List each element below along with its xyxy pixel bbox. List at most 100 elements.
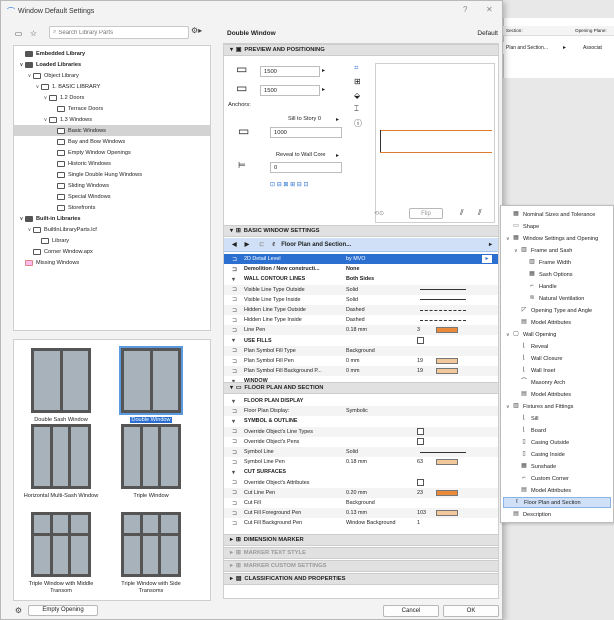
library-thumbnail[interactable]: Double Sash Window (20, 348, 102, 424)
tree-item[interactable]: ∨ Object Library (14, 70, 210, 81)
basic-settings-header[interactable]: ▾ ⊞ BASIC WINDOW SETTINGS (224, 225, 498, 237)
info-icon[interactable]: ⓘ (354, 118, 362, 129)
chevron-down-icon[interactable]: ∨ (26, 73, 33, 79)
tree-item[interactable]: Single Double Hung Windows (14, 169, 210, 180)
line-type-preview[interactable] (420, 309, 466, 311)
parameter-row[interactable]: ⊐ Visible Line Type Outside Solid (224, 284, 498, 295)
dropdown-icon[interactable]: ▸ (482, 255, 492, 263)
tree-item[interactable]: Library (14, 235, 210, 246)
parameter-row[interactable]: ⊐ Visible Line Type Inside Solid (224, 295, 498, 305)
popup-item[interactable]: ▤ Description (503, 509, 611, 520)
parameter-row[interactable]: ⊐ 2D Detail Level by MVO ▸ (224, 254, 498, 264)
help-icon[interactable]: ? (463, 5, 467, 14)
popup-item[interactable]: ⌐ Custom Corner (503, 473, 611, 484)
checkbox[interactable] (417, 479, 424, 487)
popup-item[interactable]: ▯ Casing Inside (503, 449, 611, 460)
rotate-icon[interactable]: ⟲⊙ (374, 210, 384, 217)
tree-item[interactable]: ∨ 1. BASIC LIBRARY (14, 81, 210, 92)
popup-item[interactable]: ▭ Shape (503, 221, 611, 232)
chevron-down-icon[interactable]: ∨ (42, 95, 49, 101)
parameter-row[interactable]: ⊐ Cut Fill Foreground Pen 0.13 mm 103 (224, 508, 498, 519)
popup-item[interactable]: ⌊ Board (503, 425, 611, 436)
page-selector-arrow-icon[interactable]: ▸ (489, 241, 492, 248)
dimension-marker-header[interactable]: ▸ ⊞ DIMENSION MARKER (224, 534, 498, 546)
preview-section-header[interactable]: ▾ ▣ PREVIEW AND POSITIONING (224, 44, 498, 56)
parameter-row[interactable]: ⊐ Demolition / New constructi... None (224, 264, 498, 274)
popup-item[interactable]: ▤ Model Attributes (503, 485, 611, 496)
popup-item[interactable]: ∨ ▥ Fixtures and Fittings (503, 401, 611, 412)
chevron-down-icon[interactable]: ∨ (42, 117, 49, 123)
ok-button[interactable]: OK (443, 605, 499, 617)
popup-item[interactable]: ▦ Sash Options (503, 269, 611, 280)
parameter-row[interactable]: ⊐ Cut Line Pen 0.20 mm 23 (224, 487, 498, 498)
cancel-button[interactable]: Cancel (383, 605, 439, 617)
tree-item[interactable]: Missing Windows (14, 257, 210, 268)
height-arrow-icon[interactable]: ▸ (322, 86, 325, 93)
popup-item[interactable]: ⌊ Sill (503, 413, 611, 424)
gear-icon[interactable]: ⚙▸ (191, 26, 202, 35)
pen-color-swatch[interactable] (436, 368, 458, 375)
parameter-row[interactable]: ⊐ Cut Fill Background (224, 498, 498, 508)
height-input[interactable]: 1500 (260, 85, 320, 96)
parameter-row[interactable]: ▾ FLOOR PLAN DISPLAY (224, 396, 498, 406)
tree-item[interactable]: ∨ BuiltInLibraryParts.lcf (14, 224, 210, 235)
parameter-row[interactable]: ⊐ Hidden Line Type Inside Dashed (224, 315, 498, 325)
pen-color-swatch[interactable] (436, 327, 458, 334)
popup-item[interactable]: ⌊ Wall Closure (503, 353, 611, 364)
tree-item[interactable]: Special Windows (14, 191, 210, 202)
prev-page-icon[interactable]: ◀ (232, 241, 237, 248)
marker-custom-header[interactable]: ▸ ⊞ MARKER CUSTOM SETTINGS (224, 560, 498, 572)
tree-item[interactable]: Corner Window.apx (14, 246, 210, 257)
parameter-row[interactable]: ⊐ Cut Fill Background Pen Window Backgroun… (224, 518, 498, 528)
folder-view-icon[interactable]: ▭ (13, 28, 24, 39)
library-thumbnail[interactable]: Triple Window with Middle Transom (20, 512, 102, 595)
popup-item[interactable]: ▦ Sunshade (503, 461, 611, 472)
page-selector[interactable]: ◀ ▶ ⊏ ℓ Floor Plan and Section... ▸ (224, 238, 498, 252)
library-thumbnail[interactable]: Double Window (110, 346, 192, 424)
anchor-icon-4[interactable]: ⌶ (354, 104, 359, 114)
parameter-row[interactable]: ⊐ Plan Symbol Fill Pen 0 mm 19 (224, 356, 498, 366)
view-3d-icon[interactable]: ⫽ (460, 208, 464, 218)
background-table-row[interactable]: Plan and Section... ▸ Associat (503, 42, 614, 54)
chevron-down-icon[interactable]: ∨ (26, 227, 33, 233)
checkbox[interactable] (417, 337, 424, 345)
alignment-buttons[interactable]: ⊡ ⊟ ⊠ ⊞ ⊟ ⊡ (270, 181, 342, 192)
settings-menu-icon[interactable]: ⚙ (13, 605, 24, 616)
popup-item[interactable]: ⌐ Handle (503, 281, 611, 292)
checkbox[interactable] (417, 438, 424, 446)
popup-item[interactable]: ▤ Model Attributes (503, 389, 611, 400)
tree-item[interactable]: Terrace Doors (14, 103, 210, 114)
popup-item[interactable]: ◸ Opening Type and Angle (503, 305, 611, 316)
tree-item[interactable]: ∨ Loaded Libraries (14, 59, 210, 70)
parameter-row[interactable]: ⊐ Symbol Line Solid (224, 447, 498, 457)
parameter-row[interactable]: ⊐ Line Pen 0.18 mm 3 (224, 325, 498, 336)
popup-item[interactable]: ∨ ▦ Window Settings and Opening (503, 233, 611, 244)
tree-item[interactable]: Empty Window Openings (14, 147, 210, 158)
tree-item[interactable]: ∨ 1.3 Windows (14, 114, 210, 125)
parameter-row[interactable]: ▾ CUT SURFACES (224, 467, 498, 477)
popup-item[interactable]: ∨ ▥ Frame and Sash (503, 245, 611, 256)
line-type-preview[interactable] (420, 319, 466, 321)
parameter-row[interactable]: ⊐ Symbol Line Pen 0.18 mm 63 (224, 457, 498, 467)
floor-plan-section-header[interactable]: ▾ ▭ FLOOR PLAN AND SECTION (224, 382, 498, 394)
flip-button[interactable]: Flip (409, 208, 443, 219)
pen-color-swatch[interactable] (436, 489, 458, 496)
pen-color-swatch[interactable] (436, 510, 458, 517)
sill-arrow-icon[interactable]: ▸ (336, 116, 339, 123)
tree-item[interactable]: Sliding Windows (14, 180, 210, 191)
popup-item[interactable]: ▤ Model Attributes (503, 317, 611, 328)
line-type-preview[interactable] (420, 451, 466, 453)
checkbox[interactable] (417, 428, 424, 436)
reveal-input[interactable]: 0 (270, 162, 342, 173)
chevron-down-icon[interactable]: ∨ (18, 216, 25, 222)
library-search[interactable]: ⌕ (49, 26, 189, 39)
anchor-icon-2[interactable]: ⊞ (354, 77, 361, 86)
popup-item[interactable]: ▦ Nominal Sizes and Tolerance (503, 209, 611, 220)
favorites-star-icon[interactable]: ☆ (28, 28, 39, 39)
parameter-row[interactable]: ⊐ Hidden Line Type Outside Dashed (224, 305, 498, 315)
chevron-down-icon[interactable]: ∨ (34, 84, 41, 90)
popup-item[interactable]: ⌊ Reveal (503, 341, 611, 352)
parameter-row[interactable]: ⊐ Override Object's Attributes (224, 478, 498, 488)
popup-item[interactable]: ℓ Floor Plan and Section (503, 497, 611, 508)
popup-item[interactable]: ▯ Casing Outside (503, 437, 611, 448)
